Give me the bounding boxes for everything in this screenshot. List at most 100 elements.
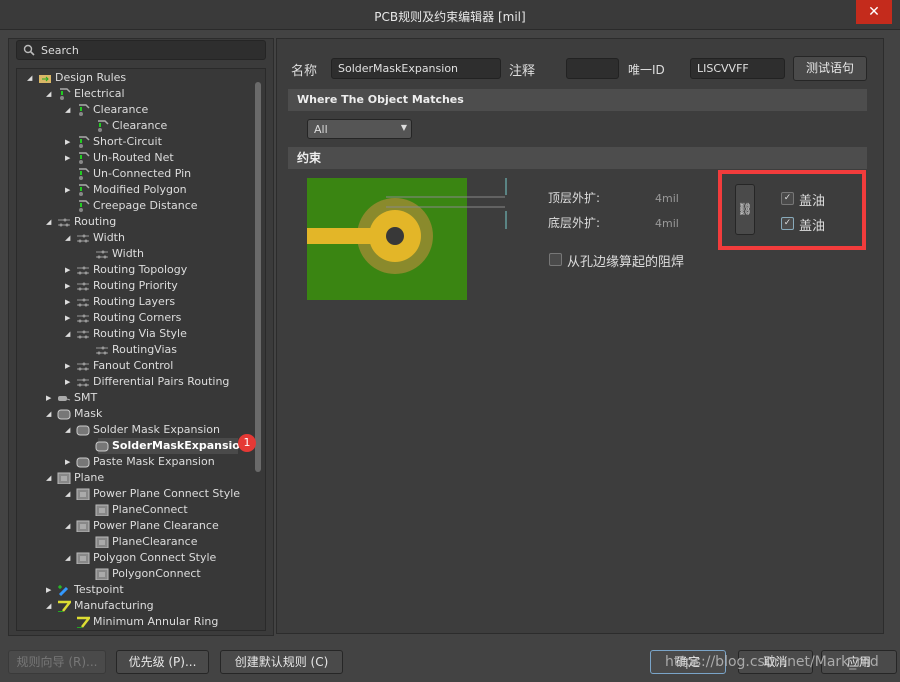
expand-arrow-icon[interactable]: ▶ xyxy=(65,374,73,390)
collapse-arrow-icon[interactable]: ◢ xyxy=(65,326,73,342)
collapse-arrow-icon[interactable]: ◢ xyxy=(65,102,73,118)
close-button[interactable]: ✕ xyxy=(856,0,892,24)
link-toggle-button[interactable]: ⛓ xyxy=(735,184,755,235)
tree-item[interactable]: ◢ Electrical xyxy=(17,86,255,102)
tree-item-label: Minimum Annular Ring xyxy=(93,615,219,628)
tree-item[interactable]: ◢ Solder Mask Expansion xyxy=(17,422,255,438)
manufacturing-rule-icon xyxy=(58,600,71,612)
tree-item[interactable]: ◢ Plane xyxy=(17,470,255,486)
tree-item[interactable]: ◢ Mask xyxy=(17,406,255,422)
plane-rule-icon xyxy=(95,504,109,516)
expand-arrow-icon[interactable]: ▶ xyxy=(65,262,73,278)
watermark: https://blog.csdn.net/Mark_md xyxy=(665,654,879,670)
match-section-header: Where The Object Matches xyxy=(288,89,867,111)
tree-item[interactable]: ▶ Routing Layers xyxy=(17,294,255,310)
collapse-arrow-icon[interactable]: ◢ xyxy=(65,550,73,566)
unique-id-input[interactable]: LISCVVFF xyxy=(690,58,785,79)
tree-item-label: Clearance xyxy=(112,119,168,132)
bottom-expansion-label: 底层外扩: xyxy=(548,216,601,230)
search-input[interactable]: Search xyxy=(16,40,266,60)
expand-arrow-icon[interactable]: ▶ xyxy=(65,294,73,310)
routing-rule-icon xyxy=(77,266,89,275)
routing-rule-icon xyxy=(77,234,89,243)
name-label: 名称 xyxy=(291,64,318,79)
manufacturing-rule-icon xyxy=(77,616,90,628)
tent-bottom-checkbox[interactable]: ✓ xyxy=(781,217,794,230)
rule-tree: ◢ Design Rules ◢ Electrical ◢ Clearance Cleara… xyxy=(16,68,266,631)
routing-rule-icon xyxy=(96,250,108,259)
expand-arrow-icon[interactable]: ▶ xyxy=(65,182,73,198)
tree-item[interactable]: ▶ Short-Circuit xyxy=(17,134,255,150)
expand-arrow-icon[interactable]: ▶ xyxy=(65,278,73,294)
tree-scrollbar[interactable] xyxy=(255,82,261,472)
window-title: PCB规则及约束编辑器 [mil] xyxy=(374,10,526,24)
tree-item[interactable]: PolygonConnect xyxy=(17,566,255,582)
name-input[interactable]: SolderMaskExpansion xyxy=(331,58,501,79)
tree-item-label: Paste Mask Expansion xyxy=(93,455,215,468)
tree-item[interactable]: ◢ Width xyxy=(17,230,255,246)
comment-input[interactable] xyxy=(566,58,619,79)
expand-arrow-icon[interactable]: ▶ xyxy=(46,390,54,406)
tree-item[interactable]: ▶ Differential Pairs Routing xyxy=(17,374,255,390)
collapse-arrow-icon[interactable]: ◢ xyxy=(46,214,54,230)
expand-arrow-icon[interactable]: ▶ xyxy=(65,150,73,166)
from-hole-checkbox[interactable] xyxy=(549,253,562,266)
tree-item[interactable]: ◢ Power Plane Connect Style xyxy=(17,486,255,502)
link-icon: ⛓ xyxy=(737,202,753,216)
expand-arrow-icon[interactable]: ▶ xyxy=(65,310,73,326)
collapse-arrow-icon[interactable]: ◢ xyxy=(46,406,54,422)
tree-item[interactable]: SolderMaskExpansion* xyxy=(95,438,253,454)
test-query-button[interactable]: 测试语句 xyxy=(793,56,867,81)
rule-wizard-button[interactable]: 规则向导 (R)... xyxy=(8,650,106,674)
create-default-rules-button[interactable]: 创建默认规则 (C) xyxy=(220,650,343,674)
tree-item[interactable]: ◢ Manufacturing xyxy=(17,598,255,614)
tree-item[interactable]: ▶ SMT xyxy=(17,390,255,406)
tree-item[interactable]: ◢ Routing Via Style xyxy=(17,326,255,342)
collapse-arrow-icon[interactable]: ◢ xyxy=(46,470,54,486)
collapse-arrow-icon[interactable]: ◢ xyxy=(65,518,73,534)
plane-rule-icon xyxy=(57,472,71,484)
tree-item[interactable]: ▶ Testpoint xyxy=(17,582,255,598)
collapse-arrow-icon[interactable]: ◢ xyxy=(46,598,54,614)
tree-item[interactable]: ◢ Design Rules xyxy=(17,70,255,86)
tree-item[interactable]: Minimum Annular Ring xyxy=(17,614,255,630)
top-expansion-value[interactable]: 4mil xyxy=(655,192,679,205)
search-icon xyxy=(23,44,35,56)
tree-item-label: Mask xyxy=(74,407,103,420)
tree-item-label: Testpoint xyxy=(74,583,124,596)
tree-item-label: Power Plane Clearance xyxy=(93,519,219,532)
priority-button[interactable]: 优先级 (P)... xyxy=(116,650,209,674)
collapse-arrow-icon[interactable]: ◢ xyxy=(65,486,73,502)
tree-item[interactable]: ▶ Un-Routed Net xyxy=(17,150,255,166)
tree-item[interactable]: Width xyxy=(17,246,255,262)
tree-item[interactable]: ▶ Modified Polygon xyxy=(17,182,255,198)
tree-item[interactable]: ▶ Paste Mask Expansion xyxy=(17,454,255,470)
electrical-rule-icon xyxy=(79,136,90,148)
tree-item[interactable]: ◢ Polygon Connect Style xyxy=(17,550,255,566)
tree-item[interactable]: ◢ Routing xyxy=(17,214,255,230)
tree-item[interactable]: PlaneConnect xyxy=(17,502,255,518)
collapse-arrow-icon[interactable]: ◢ xyxy=(65,230,73,246)
tree-item[interactable]: Un-Connected Pin xyxy=(17,166,255,182)
tree-item[interactable]: ◢ Clearance xyxy=(17,102,255,118)
tree-item[interactable]: PlaneClearance xyxy=(17,534,255,550)
expand-arrow-icon[interactable]: ▶ xyxy=(46,582,54,598)
tree-item[interactable]: Clearance xyxy=(17,118,255,134)
tree-item[interactable]: Creepage Distance xyxy=(17,198,255,214)
collapse-arrow-icon[interactable]: ◢ xyxy=(65,422,73,438)
match-dropdown[interactable]: All ▼ xyxy=(307,119,412,139)
tent-top-checkbox[interactable]: ✓ xyxy=(781,192,794,205)
tree-item[interactable]: ▶ Routing Topology xyxy=(17,262,255,278)
tree-item[interactable]: ◢ Power Plane Clearance xyxy=(17,518,255,534)
expand-arrow-icon[interactable]: ▶ xyxy=(65,134,73,150)
tree-item[interactable]: RoutingVias xyxy=(17,342,255,358)
expand-arrow-icon[interactable]: ▶ xyxy=(65,358,73,374)
expand-arrow-icon[interactable]: ▶ xyxy=(65,454,73,470)
electrical-rule-icon xyxy=(79,168,90,180)
collapse-arrow-icon[interactable]: ◢ xyxy=(46,86,54,102)
tree-item[interactable]: ▶ Routing Corners xyxy=(17,310,255,326)
collapse-arrow-icon[interactable]: ◢ xyxy=(27,70,35,86)
bottom-expansion-value[interactable]: 4mil xyxy=(655,217,679,230)
tree-item[interactable]: ▶ Routing Priority xyxy=(17,278,255,294)
tree-item[interactable]: ▶ Fanout Control xyxy=(17,358,255,374)
